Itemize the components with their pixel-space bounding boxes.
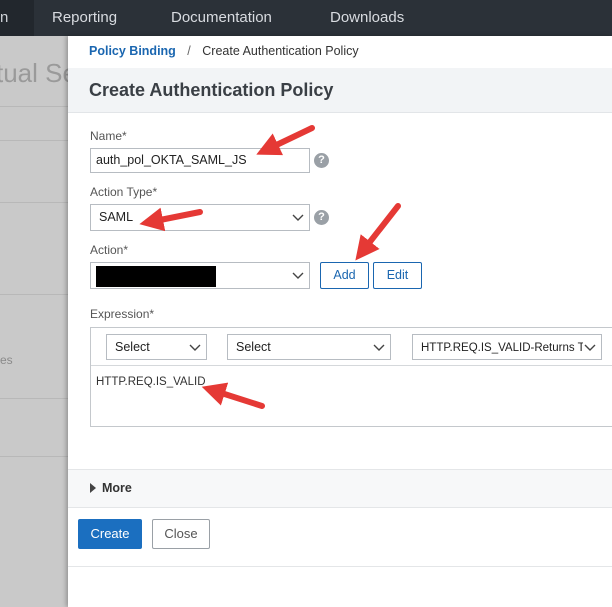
background-title-fragment: tual Se — [0, 58, 68, 88]
breadcrumb: Policy Binding / Create Authentication P… — [89, 44, 359, 58]
top-navigation-bar: n Reporting Documentation Downloads — [0, 0, 612, 36]
nav-item-reporting[interactable]: Reporting — [52, 0, 117, 36]
breadcrumb-separator: / — [187, 44, 191, 58]
name-input[interactable]: auth_pol_OKTA_SAML_JS — [90, 148, 310, 173]
create-authentication-policy-panel: Policy Binding / Create Authentication P… — [68, 36, 612, 607]
divider — [0, 106, 68, 107]
chevron-down-icon — [292, 214, 304, 221]
panel-header: Create Authentication Policy — [68, 68, 612, 113]
edit-action-button[interactable]: Edit — [373, 262, 422, 289]
breadcrumb-policy-binding-link[interactable]: Policy Binding — [89, 44, 176, 58]
expression-select-3[interactable]: HTTP.REQ.IS_VALID-Returns T — [412, 334, 602, 360]
chevron-down-icon — [373, 344, 385, 351]
divider — [0, 294, 68, 295]
divider — [0, 398, 68, 399]
add-action-button[interactable]: Add — [320, 262, 369, 289]
help-icon[interactable]: ? — [314, 210, 329, 225]
expression-select-1[interactable]: Select — [106, 334, 207, 360]
page-title: Create Authentication Policy — [89, 80, 334, 100]
name-label: Name* — [90, 129, 127, 143]
expression-label: Expression* — [90, 307, 155, 321]
divider — [0, 140, 68, 141]
more-label: More — [102, 481, 132, 495]
chevron-down-icon — [583, 341, 597, 355]
triangle-right-icon — [90, 483, 96, 493]
redacted-value — [96, 266, 216, 287]
background-page-overlay: tual Se es — [0, 36, 68, 607]
breadcrumb-current: Create Authentication Policy — [202, 44, 359, 58]
action-select[interactable] — [90, 262, 310, 289]
action-type-label: Action Type* — [90, 185, 158, 199]
chevron-down-icon — [189, 344, 201, 351]
divider — [0, 202, 68, 203]
divider — [0, 456, 68, 457]
close-button[interactable]: Close — [152, 519, 210, 549]
action-label: Action* — [90, 243, 129, 257]
expression-builder-row: Select Select HTTP.REQ.IS_VALID-Returns … — [91, 328, 612, 366]
nav-item-documentation[interactable]: Documentation — [171, 0, 272, 36]
form-footer: Create Close — [68, 507, 612, 567]
expression-text[interactable]: HTTP.REQ.IS_VALID — [96, 376, 206, 388]
expression-select-2[interactable]: Select — [227, 334, 391, 360]
help-icon[interactable]: ? — [314, 153, 329, 168]
nav-item-downloads[interactable]: Downloads — [330, 0, 404, 36]
nav-item-partial[interactable]: n — [0, 0, 34, 36]
background-text-fragment: es — [0, 353, 13, 367]
action-type-value: SAML — [99, 210, 134, 224]
expression-editor: Select Select HTTP.REQ.IS_VALID-Returns … — [90, 327, 612, 427]
action-type-select[interactable]: SAML — [90, 204, 310, 231]
chevron-down-icon — [292, 272, 304, 279]
more-section-toggle[interactable]: More — [68, 469, 612, 508]
create-button[interactable]: Create — [78, 519, 142, 549]
